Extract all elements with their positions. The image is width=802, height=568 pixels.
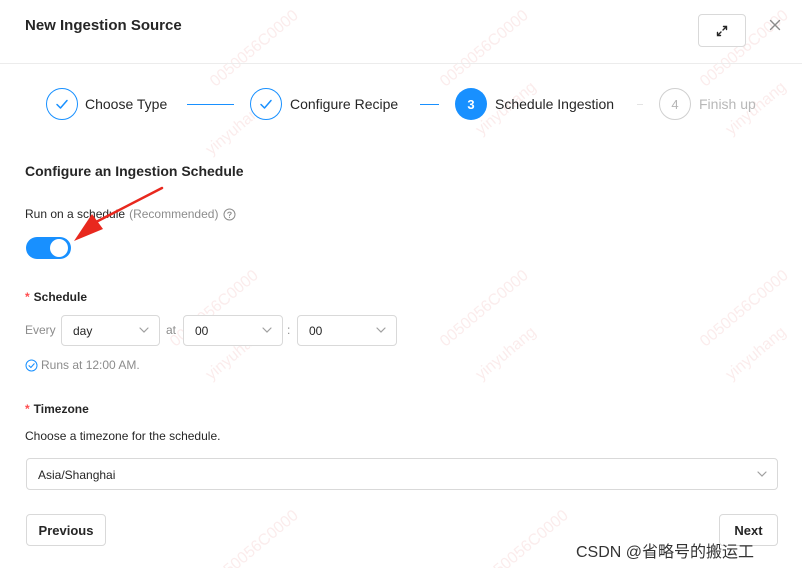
- timezone-label-text: Timezone: [33, 402, 89, 416]
- runs-at-info: Runs at 12:00 AM.: [25, 358, 140, 372]
- steps-bar: Choose Type Configure Recipe 3 Schedule …: [0, 86, 802, 122]
- minute-value: 00: [309, 324, 323, 338]
- previous-button[interactable]: Previous: [26, 514, 106, 546]
- step-2-label: Configure Recipe: [290, 96, 399, 112]
- run-on-schedule-toggle[interactable]: [26, 237, 71, 259]
- step-connector: [187, 104, 234, 105]
- step-3-label: Schedule Ingestion: [495, 96, 615, 112]
- run-on-schedule-label: Run on a schedule (Recommended): [25, 207, 236, 221]
- time-colon: :: [287, 323, 291, 337]
- watermark: yinyuhang: [722, 323, 790, 384]
- help-button[interactable]: [223, 208, 236, 221]
- watermark: 0050056C0000: [477, 506, 572, 568]
- expand-icon: [716, 25, 728, 36]
- timezone-label: * Timezone: [25, 402, 89, 416]
- required-mark: *: [25, 290, 30, 304]
- toggle-knob: [50, 239, 68, 257]
- at-label: at: [166, 323, 177, 337]
- step-connector: [420, 104, 439, 105]
- chevron-down-icon: [262, 327, 272, 333]
- hour-value: 00: [195, 324, 209, 338]
- runs-at-text: Runs at 12:00 AM.: [41, 358, 140, 372]
- check-icon: [56, 99, 68, 109]
- watermark: 0050056C0000: [437, 266, 532, 351]
- section-title: Configure an Ingestion Schedule: [25, 163, 244, 179]
- timezone-value: Asia/Shanghai: [38, 468, 116, 482]
- check-circle-icon: [25, 359, 38, 371]
- step-3-number: 3: [455, 88, 487, 120]
- minute-select[interactable]: 00: [297, 315, 397, 346]
- chevron-down-icon: [139, 327, 149, 333]
- expand-button[interactable]: [698, 14, 746, 47]
- step-connector: [637, 104, 643, 105]
- every-label: Every: [25, 323, 56, 337]
- watermark: 0050056C0000: [697, 266, 792, 351]
- chevron-down-icon: [376, 327, 386, 333]
- required-mark: *: [25, 402, 30, 416]
- frequency-value: day: [73, 324, 93, 338]
- modal-title: New Ingestion Source: [25, 17, 182, 34]
- timezone-select[interactable]: Asia/Shanghai: [26, 458, 778, 490]
- close-icon: [769, 19, 781, 31]
- frequency-select[interactable]: day: [61, 315, 160, 346]
- close-button[interactable]: [764, 14, 786, 36]
- recommended-hint: (Recommended): [129, 207, 219, 221]
- schedule-label: * Schedule: [25, 290, 87, 304]
- run-on-schedule-text: Run on a schedule: [25, 207, 126, 221]
- modal-header: New Ingestion Source: [0, 0, 802, 64]
- hour-select[interactable]: 00: [183, 315, 283, 346]
- question-circle-icon: [223, 208, 236, 220]
- chevron-down-icon: [757, 471, 767, 477]
- schedule-label-text: Schedule: [33, 290, 88, 304]
- step-2-check: [250, 88, 282, 120]
- step-4-number: 4: [659, 88, 691, 120]
- step-1-label: Choose Type: [85, 96, 168, 112]
- step-4-label: Finish up: [699, 96, 756, 112]
- watermark: 0050056C0000: [207, 506, 302, 568]
- timezone-description: Choose a timezone for the schedule.: [25, 429, 221, 443]
- watermark: yinyuhang: [472, 323, 540, 384]
- step-1-check: [46, 88, 78, 120]
- check-icon: [260, 99, 272, 109]
- ingestion-modal: 0050056C0000 yinyuhang 0050056C0000 yiny…: [0, 0, 802, 568]
- source-credit: CSDN @省略号的搬运工: [576, 544, 755, 561]
